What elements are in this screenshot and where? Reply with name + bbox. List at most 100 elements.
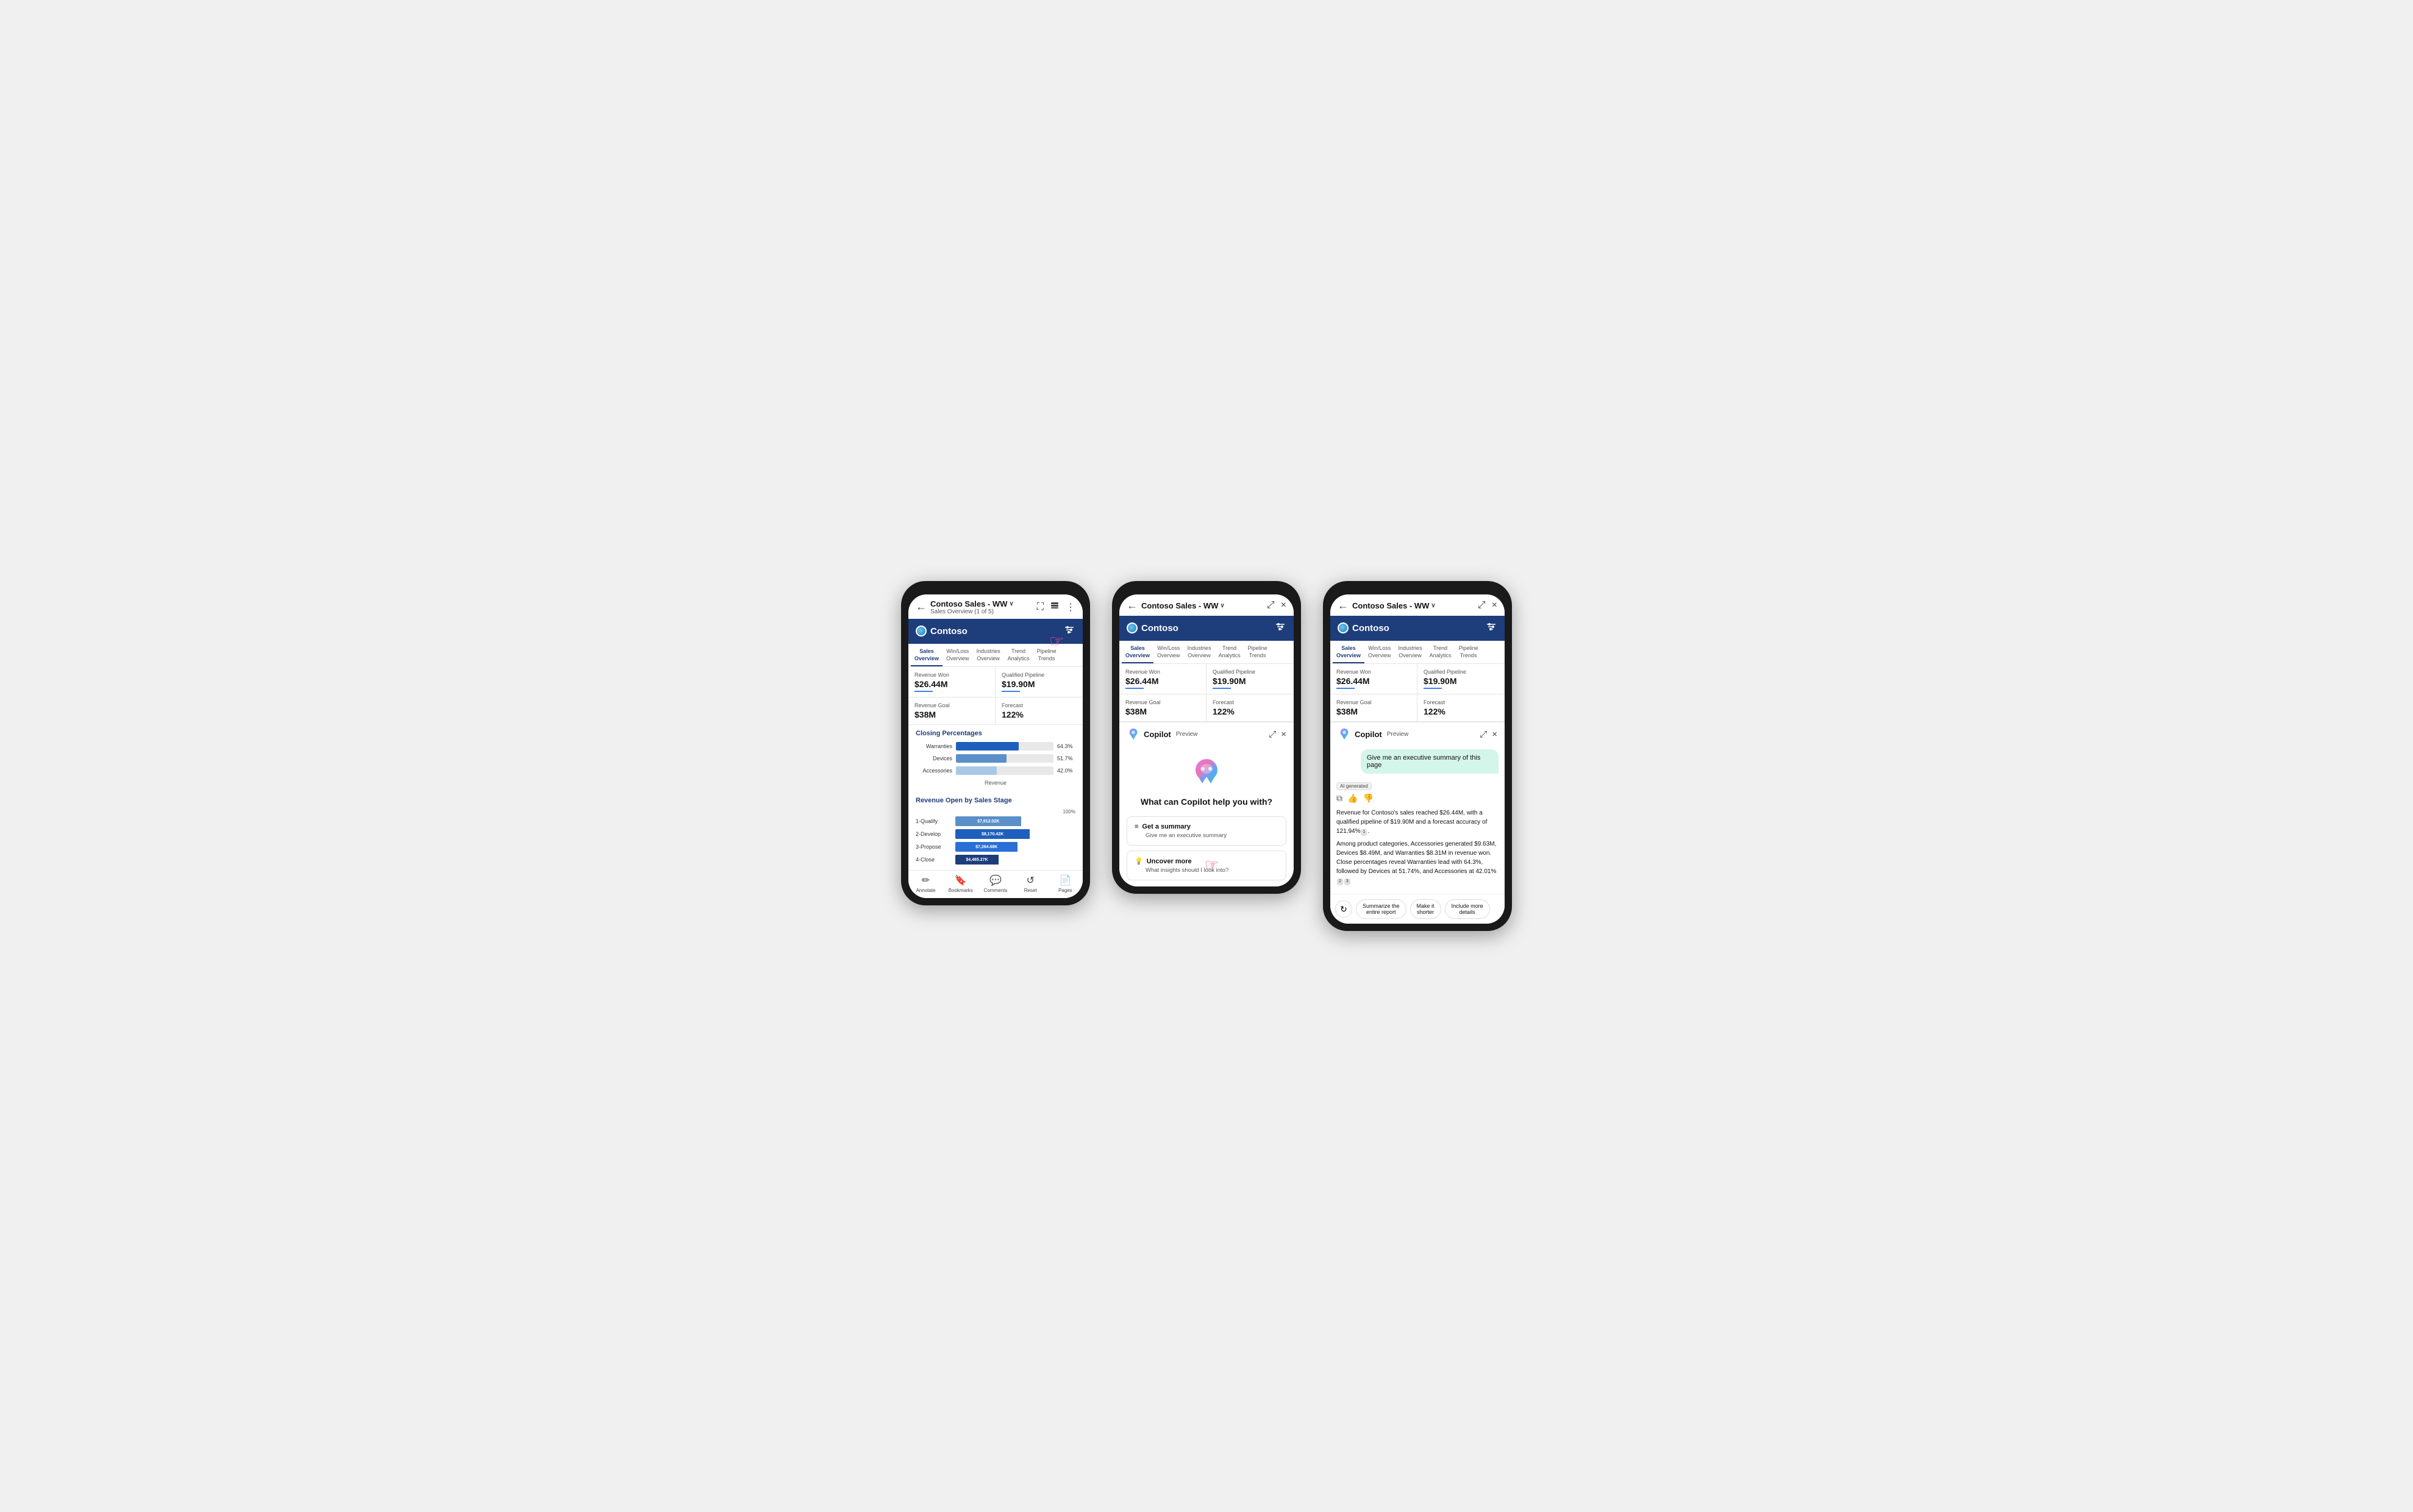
metric-qualified-pipeline-3: Qualified Pipeline $19.90M — [1417, 664, 1505, 694]
copilot-expand-3[interactable]: ⤢ — [1480, 729, 1487, 740]
tab-pipeline-1[interactable]: PipelineTrends — [1033, 644, 1060, 666]
chart-xlabel-1: Revenue — [916, 779, 1075, 790]
refresh-button-3[interactable]: ↻ — [1335, 900, 1352, 918]
copilot-title-2: Copilot — [1144, 730, 1171, 739]
close-icon-3[interactable]: × — [1492, 600, 1497, 611]
back-button-2[interactable]: ← — [1127, 599, 1138, 612]
contoso-bar-3: Contoso — [1330, 616, 1505, 641]
copilot-close-2[interactable]: × — [1281, 729, 1286, 740]
footnote-1-3: 1 — [1361, 829, 1367, 836]
stacked-row-propose: 3-Propose $7,264.68K — [916, 842, 1075, 852]
summarize-report-button-3[interactable]: Summarize theentire report — [1356, 899, 1406, 919]
top-bar-icons-2: ⤢ × — [1267, 600, 1286, 611]
copilot-welcome-2: What can Copilot help you with? — [1119, 744, 1294, 814]
include-more-button-3[interactable]: Include moredetails — [1445, 899, 1490, 919]
tab-sales-overview-3[interactable]: SalesOverview — [1333, 641, 1364, 663]
expand-icon-3[interactable]: ⤢ — [1478, 600, 1486, 611]
back-button-3[interactable]: ← — [1338, 599, 1349, 612]
top-bar-icons-1: ⛶ ⋮ ☞ — [1037, 601, 1075, 613]
quick-actions-3: ↻ Summarize theentire report Make itshor… — [1330, 894, 1505, 924]
contoso-bar-2: Contoso — [1119, 616, 1294, 641]
phone-notch-2 — [1188, 588, 1225, 594]
stacked-row-close: 4-Close $4,465.27K — [916, 855, 1075, 865]
expand-icon-2[interactable]: ⤢ — [1267, 600, 1275, 611]
annotate-label-1: Annotate — [916, 888, 936, 893]
metric-revenue-won-1: Revenue Won $26.44M — [908, 667, 996, 697]
nav-annotate-1[interactable]: ✏ Annotate — [908, 874, 943, 893]
bottom-nav-1: ✏ Annotate 🔖 Bookmarks 💬 Comments ↺ Rese… — [908, 870, 1083, 898]
tab-sales-overview-2[interactable]: SalesOverview — [1122, 641, 1153, 663]
summary-subtitle-2: Give me an executive summary — [1135, 832, 1278, 839]
suggestion-get-summary-2[interactable]: ≡ Get a summary Give me an executive sum… — [1127, 816, 1286, 846]
suggestion-uncover-more-2[interactable]: 💡 Uncover more What insights should I lo… — [1127, 850, 1286, 880]
nav-tabs-2: SalesOverview Win/LossOverview Industrie… — [1119, 641, 1294, 664]
bar-row-accessories: Accessories 42.0% — [916, 766, 1075, 775]
metric-qualified-pipeline-1: Qualified Pipeline $19.90M — [996, 667, 1083, 697]
main-title-1: Contoso Sales - WW ∨ — [930, 599, 1033, 608]
copilot-preview-3: Preview — [1387, 731, 1476, 738]
comments-label-1: Comments — [984, 888, 1008, 893]
metric-forecast-1: Forecast 122% — [996, 697, 1083, 724]
top-bar-3: ← Contoso Sales - WW ∨ ⤢ × — [1330, 594, 1505, 616]
report-title-1: Contoso Sales - WW — [930, 599, 1007, 608]
copilot-title-3: Copilot — [1355, 730, 1382, 739]
back-button-1[interactable]: ← — [916, 601, 927, 613]
nav-reset-1[interactable]: ↺ Reset — [1013, 874, 1048, 893]
copy-icon-3[interactable]: ⧉ — [1336, 793, 1342, 804]
filter-icon-2[interactable] — [1274, 621, 1286, 636]
thumbdown-icon-3[interactable]: 👎 — [1363, 793, 1373, 804]
tab-trend-3[interactable]: TrendAnalytics — [1426, 641, 1455, 663]
tab-trend-2[interactable]: TrendAnalytics — [1215, 641, 1244, 663]
bar-row-warranties: Warranties 64.3% — [916, 742, 1075, 751]
title-area-3: Contoso Sales - WW ∨ — [1352, 601, 1474, 610]
chevron-icon-3[interactable]: ∨ — [1431, 602, 1435, 609]
footnote-2-3: 2 — [1337, 879, 1343, 885]
tab-industries-2[interactable]: IndustriesOverview — [1184, 641, 1215, 663]
ai-badge-3: AI generated — [1336, 782, 1372, 790]
metric-grid-2: Revenue Won $26.44M Qualified Pipeline $… — [1119, 664, 1294, 722]
tab-pipeline-3[interactable]: PipelineTrends — [1455, 641, 1482, 663]
contoso-bar-1: Contoso — [908, 619, 1083, 644]
metric-grid-1: Revenue Won $26.44M Qualified Pipeline $… — [908, 667, 1083, 725]
tab-industries-3[interactable]: IndustriesOverview — [1395, 641, 1426, 663]
tab-winloss-3[interactable]: Win/LossOverview — [1364, 641, 1395, 663]
report-title-2: Contoso Sales - WW — [1141, 601, 1218, 610]
nav-comments-1[interactable]: 💬 Comments — [978, 874, 1013, 893]
copilot-header-icons-3: ⤢ × — [1480, 729, 1497, 740]
contoso-name-2: Contoso — [1141, 623, 1178, 633]
chevron-icon-1[interactable]: ∨ — [1009, 601, 1013, 607]
phone-inner-3: ← Contoso Sales - WW ∨ ⤢ × Contoso — [1330, 594, 1505, 924]
stacked-row-develop: 2-Develop $8,170.42K — [916, 829, 1075, 839]
metric-revenue-goal-1: Revenue Goal $38M — [908, 697, 996, 724]
tab-sales-overview-1[interactable]: SalesOverview — [911, 644, 943, 666]
uncover-subtitle-2: What insights should I look into? — [1135, 867, 1278, 874]
metric-grid-3: Revenue Won $26.44M Qualified Pipeline $… — [1330, 664, 1505, 722]
pages-icon-1: 📄 — [1059, 874, 1071, 886]
reset-label-1: Reset — [1024, 888, 1037, 893]
tab-pipeline-2[interactable]: PipelineTrends — [1244, 641, 1271, 663]
copilot-logo-3 — [1338, 727, 1351, 741]
layers-icon-1[interactable] — [1050, 601, 1060, 613]
screen-container: ← Contoso Sales - WW ∨ Sales Overview (1… — [901, 581, 1512, 931]
filter-icon-1[interactable] — [1063, 624, 1075, 639]
close-icon-2[interactable]: × — [1281, 600, 1286, 611]
expand-icon-1[interactable]: ⛶ — [1037, 602, 1044, 613]
more-icon-1[interactable]: ⋮ — [1066, 601, 1075, 613]
filter-icon-3[interactable] — [1485, 621, 1497, 636]
nav-pages-1[interactable]: 📄 Pages — [1048, 874, 1083, 893]
copilot-expand-2[interactable]: ⤢ — [1269, 729, 1276, 740]
tab-trend-1[interactable]: TrendAnalytics — [1004, 644, 1033, 666]
phone-1: ← Contoso Sales - WW ∨ Sales Overview (1… — [901, 581, 1090, 905]
tab-winloss-1[interactable]: Win/LossOverview — [943, 644, 973, 666]
tab-industries-1[interactable]: IndustriesOverview — [973, 644, 1004, 666]
copilot-close-3[interactable]: × — [1492, 729, 1497, 740]
chevron-icon-2[interactable]: ∨ — [1220, 602, 1224, 609]
phone-notch-3 — [1399, 588, 1436, 594]
nav-bookmarks-1[interactable]: 🔖 Bookmarks — [943, 874, 978, 893]
response-text-1-3: Revenue for Contoso's sales reached $26.… — [1336, 808, 1499, 836]
user-message-3: Give me an executive summary of this pag… — [1361, 749, 1499, 774]
response-text-2-3: Among product categories, Accessories ge… — [1336, 840, 1499, 885]
thumbup-icon-3[interactable]: 👍 — [1347, 793, 1358, 804]
make-shorter-button-3[interactable]: Make itshorter — [1410, 899, 1441, 919]
tab-winloss-2[interactable]: Win/LossOverview — [1153, 641, 1184, 663]
